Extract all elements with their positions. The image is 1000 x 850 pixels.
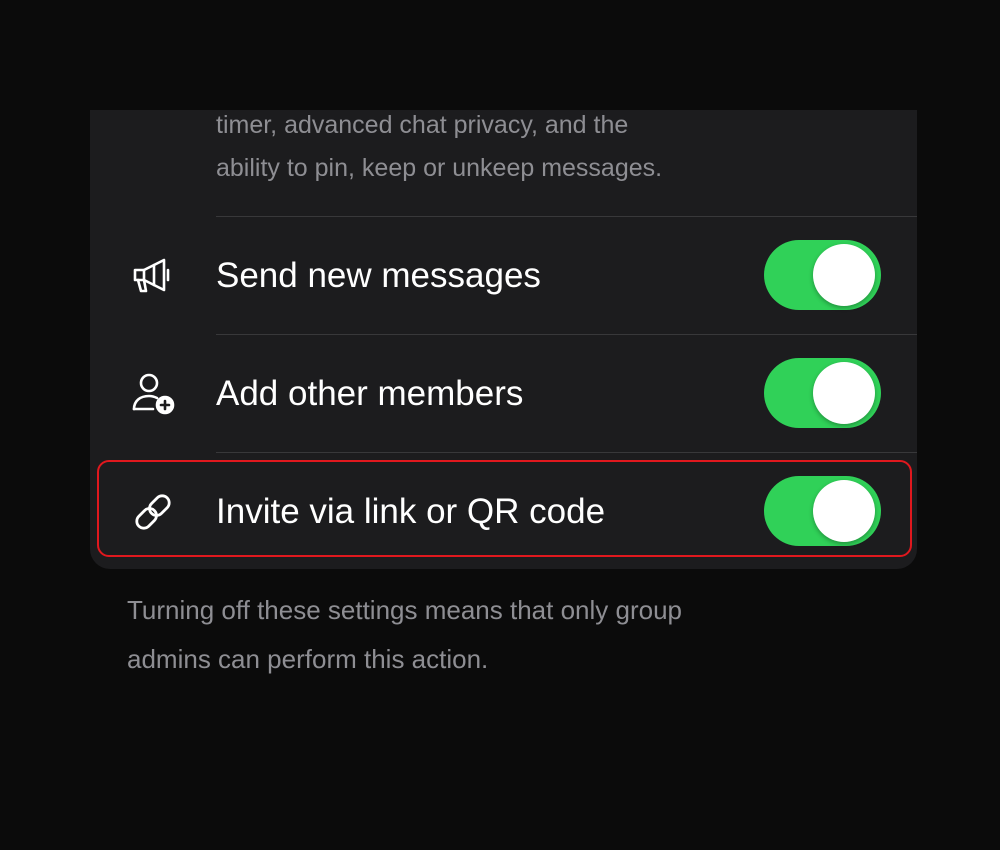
footer-line-1: Turning off these settings means that on… bbox=[127, 595, 683, 625]
screen: timer, advanced chat privacy, and the ab… bbox=[0, 0, 1000, 850]
permissions-card: timer, advanced chat privacy, and the ab… bbox=[90, 110, 917, 569]
setting-label-send-messages: Send new messages bbox=[216, 256, 541, 295]
setting-row-invite-link[interactable]: Invite via link or QR code bbox=[90, 453, 917, 570]
add-person-icon bbox=[130, 371, 176, 417]
toggle-knob bbox=[813, 480, 875, 542]
setting-row-add-members[interactable]: Add other members bbox=[90, 335, 917, 452]
invite-link-toggle[interactable] bbox=[764, 476, 881, 546]
send-messages-toggle[interactable] bbox=[764, 240, 881, 310]
footer-note: Turning off these settings means that on… bbox=[127, 586, 887, 684]
add-members-toggle[interactable] bbox=[764, 358, 881, 428]
toggle-knob bbox=[813, 362, 875, 424]
link-icon bbox=[130, 489, 176, 535]
description-line-1: timer, advanced chat privacy, and the bbox=[216, 111, 629, 139]
megaphone-icon bbox=[130, 253, 176, 299]
setting-label-invite-link: Invite via link or QR code bbox=[216, 492, 606, 531]
description-line-2: ability to pin, keep or unkeep messages. bbox=[216, 154, 663, 182]
toggle-knob bbox=[813, 244, 875, 306]
setting-row-send-messages[interactable]: Send new messages bbox=[90, 217, 917, 334]
setting-label-add-members: Add other members bbox=[216, 374, 524, 413]
footer-line-2: admins can perform this action. bbox=[127, 644, 489, 674]
